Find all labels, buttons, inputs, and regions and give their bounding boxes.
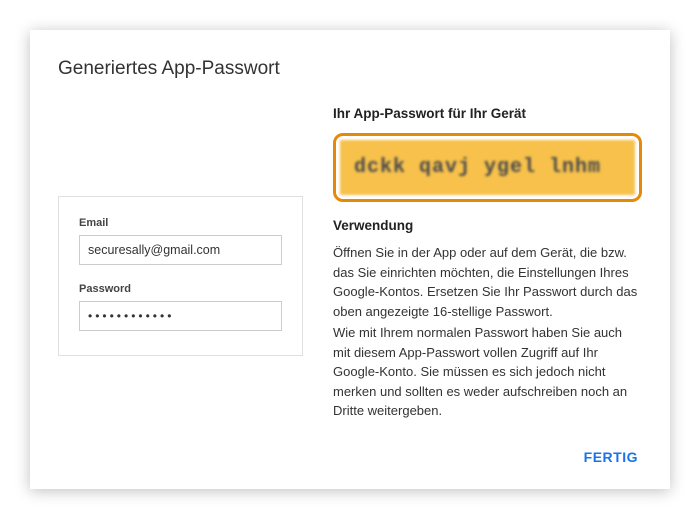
usage-text: Öffnen Sie in der App oder auf dem Gerät…	[333, 243, 642, 421]
device-password-heading: Ihr App-Passwort für Ihr Gerät	[333, 106, 642, 121]
example-login-card: Email Password	[58, 196, 303, 356]
example-form-column: Email Password	[58, 196, 303, 356]
password-field[interactable]	[79, 301, 282, 331]
info-column: Ihr App-Passwort für Ihr Gerät dckk qavj…	[333, 106, 642, 423]
dialog-title: Generiertes App-Passwort	[58, 58, 642, 80]
done-button[interactable]: FERTIG	[580, 443, 642, 471]
dialog-content: Email Password Ihr App-Passwort für Ihr …	[58, 106, 642, 423]
usage-heading: Verwendung	[333, 218, 642, 233]
usage-paragraph-1: Öffnen Sie in der App oder auf dem Gerät…	[333, 243, 642, 321]
dialog-footer: FERTIG	[58, 443, 642, 471]
password-label: Password	[79, 283, 282, 295]
generated-password-highlight: dckk qavj ygel lnhm	[333, 133, 642, 202]
generated-password-value: dckk qavj ygel lnhm	[340, 140, 635, 195]
email-label: Email	[79, 217, 282, 229]
usage-paragraph-2: Wie mit Ihrem normalen Passwort haben Si…	[333, 323, 642, 421]
app-password-dialog: Generiertes App-Passwort Email Password …	[30, 30, 670, 489]
email-field[interactable]	[79, 235, 282, 265]
